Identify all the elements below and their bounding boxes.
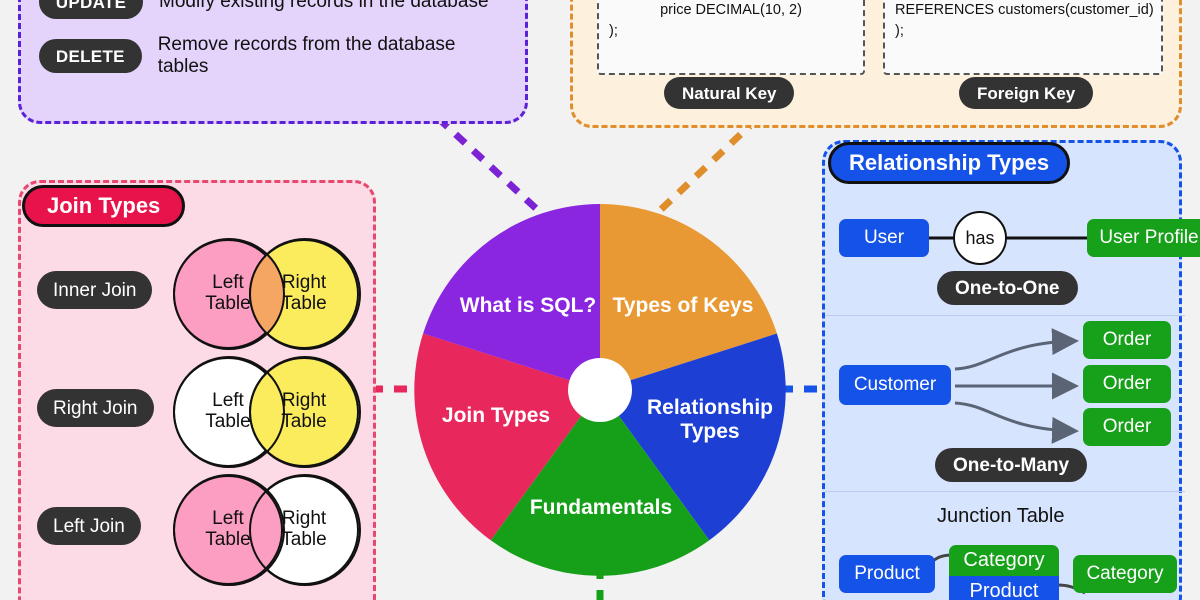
junction-top-label: Category <box>949 545 1059 576</box>
foreign-key-code-card: total_amount DECIMAL(10, 2), FOREIGN KEY… <box>883 0 1163 75</box>
node-order-2: Order <box>1083 365 1171 403</box>
node-category: Category <box>1073 555 1177 593</box>
node-has-verb: has <box>953 211 1007 265</box>
node-customer: Customer <box>839 365 951 405</box>
left-join-label: Left Join <box>37 507 141 545</box>
join-types-title: Join Types <box>22 185 186 227</box>
venn-left-line1: Left <box>212 272 244 294</box>
venn-right-line2: Table <box>281 529 327 550</box>
venn-right-line2: Table <box>281 293 327 314</box>
venn-right-line1: Right <box>281 508 327 530</box>
code-line: price DECIMAL(10, 2) <box>660 2 802 19</box>
delete-badge: DELETE <box>39 39 142 73</box>
venn-left-line2: Table <box>205 411 251 432</box>
venn-right-line1: Right <box>281 390 327 412</box>
junction-table-heading: Junction Table <box>937 505 1065 527</box>
right-join-venn: Left Table Right Table <box>173 353 369 471</box>
node-user: User <box>839 219 929 257</box>
code-line: REFERENCES customers(customer_id) <box>895 2 1154 19</box>
node-user-profile: User Profile <box>1087 219 1200 257</box>
relationship-divider <box>825 491 1185 492</box>
join-row-left: Left Join Left Table Right Table <box>21 471 379 589</box>
relationship-types-panel: User has User Profile One-to-One Custome… <box>822 140 1200 600</box>
inner-join-venn: Left Table Right Table <box>173 235 369 353</box>
venn-left-line2: Table <box>205 293 251 314</box>
venn-right-circle: Right Table <box>249 357 359 467</box>
sql-concepts-wheel: Types of Keys Relationship Types Fundame… <box>412 202 788 578</box>
node-product: Product <box>839 555 935 593</box>
command-row-delete: DELETE Remove records from the database … <box>39 29 507 83</box>
relationship-divider <box>825 315 1185 316</box>
update-description: Modify existing records in the database <box>159 0 489 12</box>
command-row-update: UPDATE Modify existing records in the da… <box>39 0 507 29</box>
infographic-canvas: SELECT on criteria UPDATE Modify existin… <box>0 0 1200 600</box>
junction-box: Category Product <box>949 545 1059 600</box>
one-to-many-tag: One-to-Many <box>935 448 1088 482</box>
left-join-venn: Left Table Right Table <box>173 471 369 589</box>
venn-right-circle: Right Table <box>249 239 359 349</box>
join-row-inner: Inner Join Left Table Right Table <box>21 235 379 353</box>
inner-join-label: Inner Join <box>37 271 153 309</box>
join-types-panel: Inner Join Left Table Right Table Right … <box>18 180 376 600</box>
update-badge: UPDATE <box>39 0 143 19</box>
node-order-3: Order <box>1083 408 1171 446</box>
wheel-hub <box>568 358 632 422</box>
natural-key-code-card: product_name VARCHAR(100), category VARC… <box>597 0 865 75</box>
node-order-1: Order <box>1083 321 1171 359</box>
types-of-keys-panel: product_name VARCHAR(100), category VARC… <box>570 0 1182 128</box>
natural-key-tag: Natural Key <box>664 77 795 109</box>
join-row-right: Right Join Left Table Right Table <box>21 353 379 471</box>
code-line: ); <box>895 22 904 39</box>
relationship-types-title: Relationship Types <box>828 142 1071 184</box>
venn-left-line1: Left <box>212 508 244 530</box>
code-line: ); <box>609 22 618 39</box>
venn-left-circle: Left Table <box>173 475 283 585</box>
delete-description: Remove records from the database tables <box>157 34 456 77</box>
right-join-label: Right Join <box>37 389 154 427</box>
junction-bottom-label: Product <box>949 576 1059 600</box>
fundamentals-panel: SELECT on criteria UPDATE Modify existin… <box>18 0 528 124</box>
venn-right-line2: Table <box>281 411 327 432</box>
venn-left-line2: Table <box>205 529 251 550</box>
venn-left-line1: Left <box>212 390 244 412</box>
venn-right-line1: Right <box>281 272 327 294</box>
one-to-one-tag: One-to-One <box>937 271 1078 305</box>
foreign-key-tag: Foreign Key <box>959 77 1094 109</box>
wheel-svg <box>414 204 786 576</box>
one-to-many-arrows <box>954 328 1079 444</box>
